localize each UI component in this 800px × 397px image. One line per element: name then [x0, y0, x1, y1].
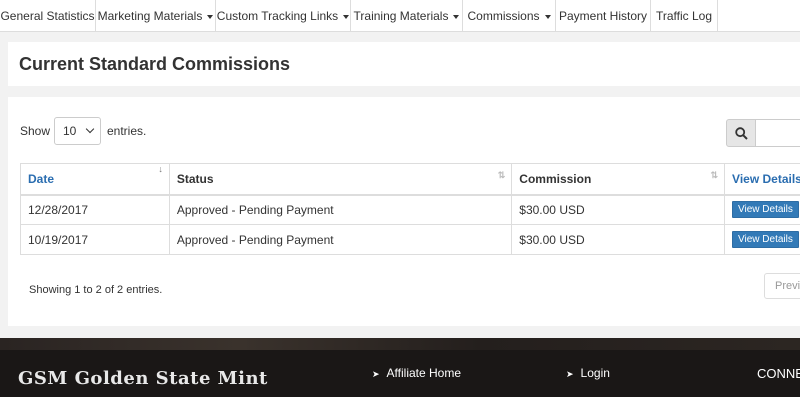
nav-custom-tracking-links[interactable]: Custom Tracking Links	[216, 0, 351, 32]
column-header-date[interactable]: Date ↓	[20, 163, 170, 196]
nav-traffic-log[interactable]: Traffic Log	[651, 0, 718, 32]
cell-status: Approved - Pending Payment	[168, 224, 513, 255]
table-row: 10/19/2017 Approved - Pending Payment $3…	[20, 224, 800, 255]
view-details-button[interactable]: View Details	[732, 201, 799, 219]
show-label: Show	[20, 124, 51, 138]
nav-training-materials[interactable]: Training Materials	[351, 0, 463, 32]
commissions-table: Date ↓ Status ⇅ Commission ⇅ View Details 1…	[20, 163, 800, 255]
cell-status: Approved - Pending Payment	[168, 194, 513, 225]
nav-marketing-materials[interactable]: Marketing Materials	[96, 0, 216, 32]
previous-page-button[interactable]: Previ	[764, 273, 800, 299]
footer-banner	[0, 338, 800, 350]
caret-down-icon	[207, 14, 214, 19]
footer-link-affiliate-home[interactable]: ➤ Affiliate Home	[372, 366, 461, 380]
caret-down-icon	[343, 14, 350, 19]
arrow-right-icon: ➤	[566, 369, 574, 379]
footer-connect-heading: CONNE	[757, 366, 800, 381]
table-header-row: Date ↓ Status ⇅ Commission ⇅ View Details	[20, 163, 800, 196]
page-title: Current Standard Commissions	[19, 54, 291, 74]
sort-icon: ⇅	[710, 170, 719, 180]
search-input[interactable]	[755, 119, 800, 147]
sort-icon: ⇅	[497, 170, 506, 180]
commissions-panel: Show 10 entries. Date ↓ Status ⇅ Commissio…	[8, 97, 800, 326]
search-button[interactable]	[726, 119, 756, 147]
cell-commission: $30.00 USD	[511, 224, 726, 255]
entries-label: entries.	[107, 124, 147, 138]
table-info: Showing 1 to 2 of 2 entries.	[29, 284, 163, 296]
title-card: Current Standard Commissions	[8, 42, 800, 86]
nav-commissions[interactable]: Commissions	[463, 0, 556, 32]
table-row: 12/28/2017 Approved - Pending Payment $3…	[20, 194, 800, 225]
footer-link-login[interactable]: ➤ Login	[566, 366, 610, 380]
cell-date: 10/19/2017	[20, 224, 170, 255]
arrow-right-icon: ➤	[372, 369, 380, 379]
caret-down-icon	[544, 14, 551, 19]
column-header-commission[interactable]: Commission ⇅	[511, 163, 726, 196]
cell-commission: $30.00 USD	[511, 194, 726, 225]
cell-date: 12/28/2017	[20, 194, 170, 225]
column-header-view-details[interactable]: View Details	[724, 163, 800, 196]
cell-action: View Details	[724, 194, 800, 225]
column-header-status[interactable]: Status ⇅	[168, 163, 513, 196]
page-length-value: 10	[63, 124, 77, 138]
sort-desc-icon: ↓	[158, 164, 163, 174]
search-icon	[735, 127, 748, 140]
caret-down-icon	[453, 14, 460, 19]
view-details-button[interactable]: View Details	[732, 231, 799, 248]
golden-state-mint-logo[interactable]: GSM Golden State Mint	[18, 368, 268, 389]
footer: GSM Golden State Mint ➤ Affiliate Home ➤ L…	[0, 338, 800, 397]
nav-payment-history[interactable]: Payment History	[556, 0, 651, 32]
nav-general-statistics[interactable]: General Statistics	[0, 0, 96, 32]
cell-action: View Details	[724, 224, 800, 255]
chevron-down-icon	[85, 124, 95, 134]
page-length-select[interactable]: 10	[54, 117, 101, 145]
top-nav: General Statistics Marketing Materials C…	[0, 0, 800, 32]
